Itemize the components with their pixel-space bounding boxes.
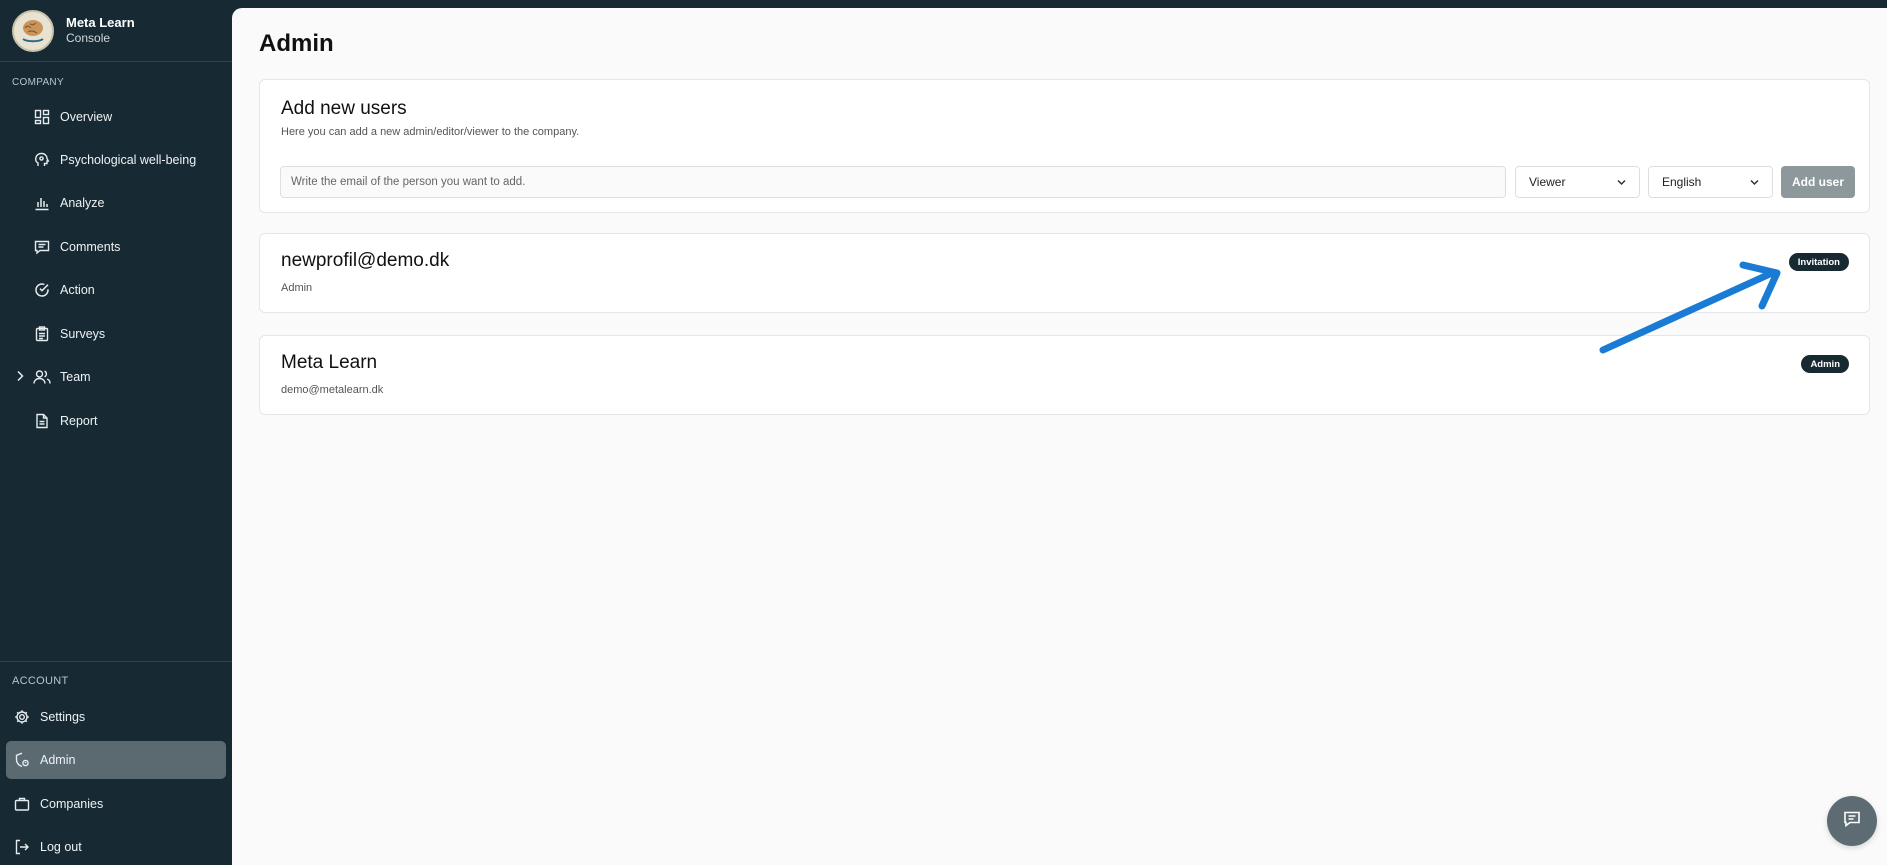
sidebar-item-admin[interactable]: Admin xyxy=(6,741,226,779)
user-card[interactable]: newprofil@demo.dk Admin Invitation xyxy=(259,233,1870,313)
chat-button[interactable] xyxy=(1827,796,1877,846)
sidebar-item-analyze[interactable]: Analyze xyxy=(6,184,226,222)
sidebar-item-label: Overview xyxy=(60,110,113,124)
brain-head-icon xyxy=(33,151,51,169)
brand-name: Meta Learn xyxy=(66,14,135,30)
sidebar-item-label: Log out xyxy=(40,840,82,854)
grid-icon xyxy=(33,108,51,126)
sidebar-item-label: Comments xyxy=(60,240,121,254)
comment-icon xyxy=(33,238,51,256)
sidebar-item-log-out[interactable]: Log out xyxy=(6,828,226,865)
add-user-button[interactable]: Add user xyxy=(1781,166,1855,198)
sidebar: Meta Learn Console COMPANY Overview Psyc… xyxy=(0,0,232,865)
status-badge: Invitation xyxy=(1788,253,1849,271)
language-select[interactable]: English xyxy=(1648,166,1773,198)
brand-logo xyxy=(12,9,54,52)
sidebar-item-label: Report xyxy=(60,414,98,428)
shield-icon xyxy=(13,751,31,769)
chevron-down-icon xyxy=(1616,177,1627,191)
role-badge: Admin xyxy=(1801,355,1849,373)
user-card-title: Meta Learn xyxy=(281,352,378,373)
user-card-subtitle: Admin xyxy=(281,282,313,294)
sidebar-item-label: Companies xyxy=(40,797,104,811)
sidebar-item-label: Analyze xyxy=(60,196,105,210)
brand-subtitle: Console xyxy=(66,31,111,46)
sidebar-item-label: Admin xyxy=(40,753,76,767)
sidebar-item-action[interactable]: Action xyxy=(6,271,226,309)
add-users-card: Add new users Here you can add a new adm… xyxy=(259,79,1870,213)
users-icon xyxy=(33,368,51,386)
sidebar-item-psychological-well-being[interactable]: Psychological well-being xyxy=(6,141,226,179)
chevron-down-icon xyxy=(1749,177,1760,191)
user-card[interactable]: Meta Learn demo@metalearn.dk Admin xyxy=(259,335,1870,415)
clipboard-icon xyxy=(33,325,51,343)
role-select-value: Viewer xyxy=(1529,175,1566,189)
user-card-title: newprofil@demo.dk xyxy=(281,250,450,271)
add-users-description: Here you can add a new admin/editor/view… xyxy=(281,126,580,138)
language-select-value: English xyxy=(1662,175,1702,189)
sidebar-item-team[interactable]: Team xyxy=(6,358,226,396)
main-content: Admin Add new users Here you can add a n… xyxy=(232,8,1887,865)
add-users-title: Add new users xyxy=(281,98,407,119)
briefcase-icon xyxy=(13,795,31,813)
sidebar-item-label: Action xyxy=(60,283,95,297)
page-title: Admin xyxy=(259,30,334,57)
sidebar-item-companies[interactable]: Companies xyxy=(6,785,226,823)
sidebar-item-label: Psychological well-being xyxy=(60,153,197,167)
sidebar-item-label: Settings xyxy=(40,710,86,724)
email-input[interactable] xyxy=(280,166,1506,198)
section-label-company: COMPANY xyxy=(12,77,64,88)
check-circle-icon xyxy=(33,281,51,299)
bar-chart-icon xyxy=(33,194,51,212)
sidebar-item-surveys[interactable]: Surveys xyxy=(6,315,226,353)
sidebar-item-report[interactable]: Report xyxy=(6,402,226,440)
sidebar-item-overview[interactable]: Overview xyxy=(6,98,226,136)
section-label-account: ACCOUNT xyxy=(12,675,69,687)
chat-icon xyxy=(1842,809,1862,834)
logout-icon xyxy=(13,838,31,856)
brand-header[interactable]: Meta Learn Console xyxy=(0,0,232,62)
sidebar-divider xyxy=(0,661,232,662)
sidebar-item-label: Surveys xyxy=(60,327,106,341)
role-select[interactable]: Viewer xyxy=(1515,166,1640,198)
gear-icon xyxy=(13,708,31,726)
sidebar-item-label: Team xyxy=(60,370,91,384)
user-card-subtitle: demo@metalearn.dk xyxy=(281,384,384,396)
document-icon xyxy=(33,412,51,430)
sidebar-item-settings[interactable]: Settings xyxy=(6,698,226,736)
sidebar-item-comments[interactable]: Comments xyxy=(6,228,226,266)
chevron-right-icon[interactable] xyxy=(16,370,25,385)
